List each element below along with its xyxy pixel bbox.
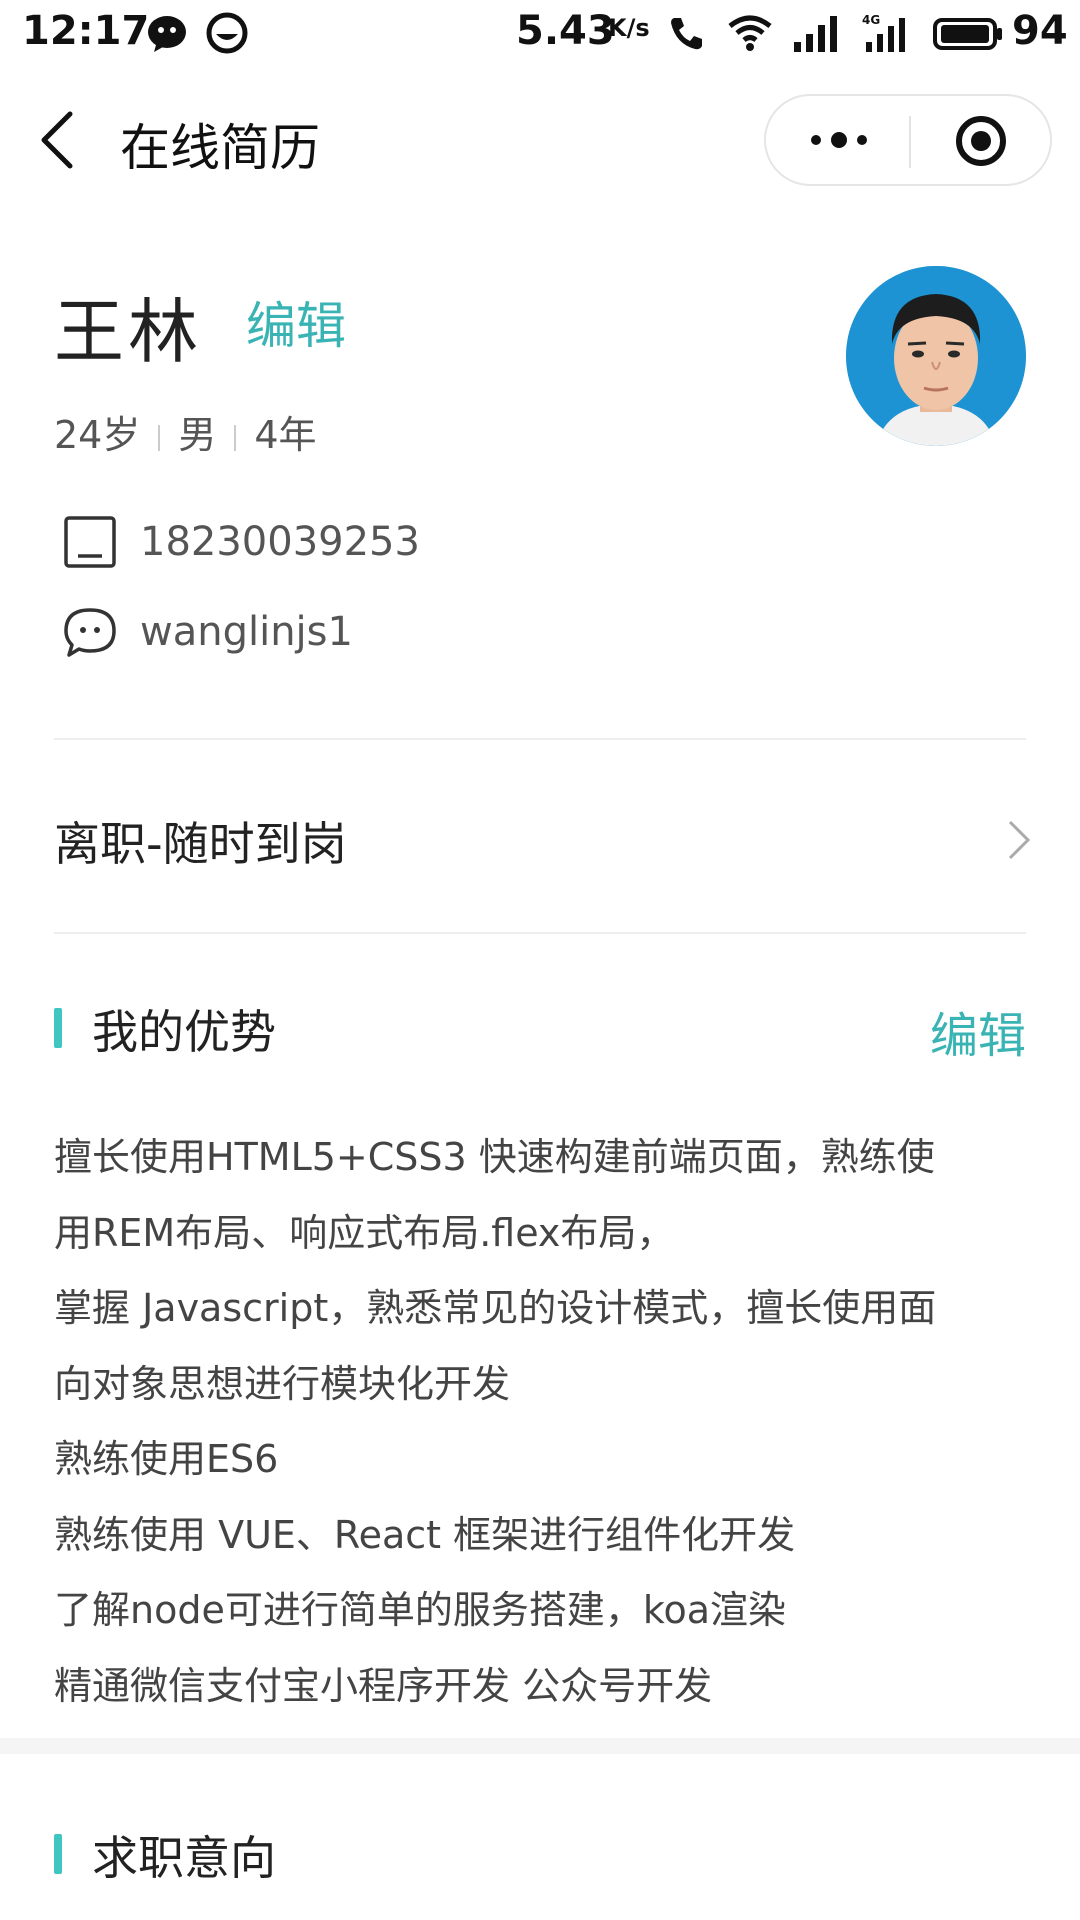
advantage-line: 向对象思想进行模块化开发 bbox=[54, 1361, 511, 1406]
network-speed-unit: K/s bbox=[608, 14, 650, 42]
wechat-id: wanglinjs1 bbox=[140, 609, 353, 655]
section-accent-bar bbox=[54, 1834, 62, 1874]
avatar-photo bbox=[846, 266, 1026, 446]
divider bbox=[54, 738, 1026, 740]
back-arrow-icon[interactable] bbox=[30, 102, 90, 178]
section-gap bbox=[0, 1738, 1080, 1754]
phone-call-icon bbox=[671, 18, 702, 50]
job-status-row[interactable]: 离职-随时到岗 bbox=[54, 800, 1034, 880]
page-title: 在线简历 bbox=[120, 119, 320, 177]
meta-separator bbox=[234, 424, 237, 451]
advantage-line: 了解node可进行简单的服务搭建，koa渲染 bbox=[54, 1588, 787, 1632]
signal-icon bbox=[794, 16, 837, 52]
svg-text:4G: 4G bbox=[862, 13, 880, 27]
advantage-line: 用REM布局、响应式布局.flex布局， bbox=[54, 1210, 675, 1255]
chevron-right-icon bbox=[1008, 820, 1031, 860]
advantage-line: 掌握 Javascript，熟悉常见的设计模式，擅长使用面 bbox=[54, 1286, 937, 1330]
experience-text: 4年 bbox=[254, 413, 317, 457]
capsule-divider bbox=[909, 116, 911, 168]
nav-bar: 在线简历 bbox=[0, 70, 1080, 210]
battery-icon bbox=[933, 18, 1002, 50]
status-bar: 12:17 5.43 K/s 4G 94 bbox=[0, 0, 1080, 66]
phone-row[interactable]: 18230039253 bbox=[62, 512, 420, 572]
section-accent-bar bbox=[54, 1008, 62, 1048]
intent-title: 求职意向 bbox=[92, 1831, 276, 1885]
wechat-icon bbox=[64, 608, 116, 657]
advantage-line: 精通微信支付宝小程序开发 公众号开发 bbox=[54, 1663, 713, 1708]
job-status-label: 离职-随时到岗 bbox=[54, 817, 347, 871]
battery-level: 94 bbox=[1012, 8, 1068, 54]
status-time: 12:17 bbox=[22, 8, 150, 54]
meta-separator bbox=[158, 424, 161, 451]
advantage-line: 熟练使用 VUE、React 框架进行组件化开发 bbox=[54, 1512, 796, 1557]
phone-number: 18230039253 bbox=[140, 519, 420, 565]
phone-icon bbox=[64, 516, 116, 568]
basic-info: 24岁男 4年 bbox=[54, 404, 317, 459]
clock-notification-icon bbox=[206, 12, 248, 54]
intent-header: 求职意向 bbox=[54, 1818, 1026, 1888]
advantage-line: 熟练使用ES6 bbox=[54, 1437, 279, 1481]
advantages-content: 擅长使用HTML5+CSS3 快速构建前端页面，熟练使 用REM布局、响应式布局… bbox=[54, 1120, 1034, 1724]
divider bbox=[54, 932, 1026, 934]
age-text: 24岁 bbox=[54, 413, 141, 457]
network-speed: 5.43 bbox=[516, 8, 615, 54]
advantage-line: 擅长使用HTML5+CSS3 快速构建前端页面，熟练使 bbox=[54, 1135, 935, 1179]
chat-notification-icon bbox=[148, 16, 186, 52]
more-icon[interactable] bbox=[804, 120, 874, 160]
edit-advantages-button[interactable]: 编辑 bbox=[930, 996, 1026, 1066]
avatar[interactable] bbox=[846, 266, 1026, 446]
gender-text: 男 bbox=[178, 413, 217, 457]
advantages-title: 我的优势 bbox=[92, 1005, 276, 1059]
signal-4g-icon: 4G bbox=[862, 13, 905, 52]
advantages-header: 我的优势 编辑 bbox=[54, 992, 1026, 1064]
user-name: 王林 bbox=[54, 291, 202, 373]
wechat-row[interactable]: wanglinjs1 bbox=[62, 602, 353, 662]
mini-program-capsule bbox=[764, 94, 1052, 186]
edit-profile-button[interactable]: 编辑 bbox=[246, 286, 346, 358]
wifi-icon bbox=[728, 15, 772, 51]
close-program-icon[interactable] bbox=[954, 114, 1008, 168]
